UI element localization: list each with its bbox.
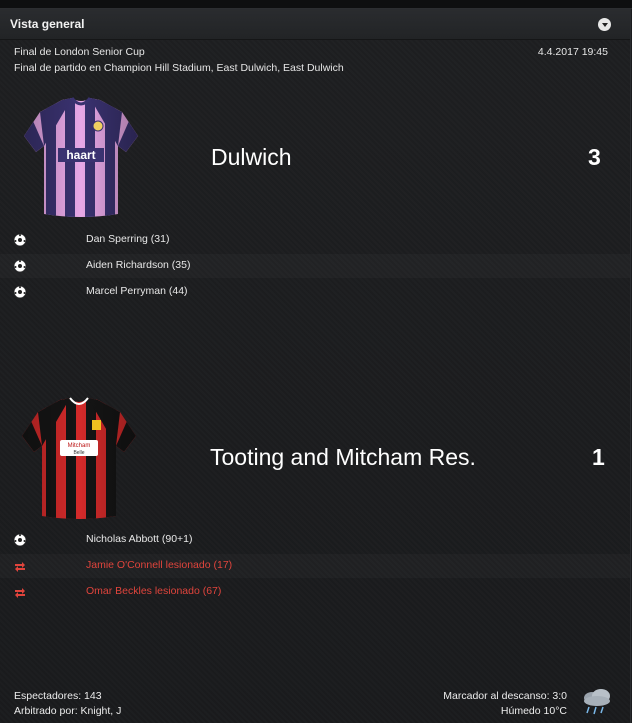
panel-title: Vista general: [10, 17, 85, 31]
attendance-label: Espectadores: 143: [14, 690, 102, 702]
competition-label: Final de London Senior Cup: [14, 46, 145, 58]
event-text: Jamie O'Connell lesionado (17): [86, 559, 233, 571]
top-strip: [0, 0, 632, 9]
home-kit-shirt-icon: haart: [24, 97, 138, 217]
away-team-name: Tooting and Mitcham Res.: [210, 444, 476, 470]
football-icon: [14, 286, 26, 298]
injury-substitution-icon: [15, 588, 25, 598]
home-score: 3: [588, 144, 601, 170]
event-row: Jamie O'Connell lesionado (17): [0, 554, 630, 578]
venue-label: Final de partido en Champion Hill Stadiu…: [14, 62, 344, 74]
event-text: Omar Beckles lesionado (67): [86, 585, 222, 597]
football-icon: [14, 234, 26, 246]
svg-text:Mitcham: Mitcham: [68, 443, 91, 449]
event-text: Nicholas Abbott (90+1): [86, 533, 193, 545]
halftime-score-label: Marcador al descanso: 3:0: [443, 690, 567, 702]
event-row: Nicholas Abbott (90+1): [0, 528, 630, 552]
referee-label: Arbitrado por: Knight, J: [14, 705, 122, 717]
rain-cloud-icon: [584, 689, 610, 715]
football-icon: [14, 260, 26, 272]
event-text: Dan Sperring (31): [86, 233, 170, 245]
dropdown-icon[interactable]: [598, 18, 611, 31]
event-text: Marcel Perryman (44): [86, 285, 188, 297]
panel-header: Vista general: [0, 9, 630, 40]
event-row: Omar Beckles lesionado (67): [0, 580, 630, 604]
home-team-name: Dulwich: [211, 144, 292, 170]
svg-text:haart: haart: [66, 148, 95, 162]
away-score: 1: [592, 444, 605, 470]
event-row: Dan Sperring (31): [0, 228, 630, 252]
injury-substitution-icon: [15, 562, 25, 572]
match-datetime: 4.4.2017 19:45: [537, 46, 608, 58]
event-text: Aiden Richardson (35): [86, 259, 191, 271]
away-kit-shirt-icon: Mitcham Belle: [22, 397, 136, 519]
weather-label: Húmedo 10°C: [500, 705, 567, 717]
event-row: Aiden Richardson (35): [0, 254, 630, 278]
football-icon: [14, 534, 26, 546]
svg-text:Belle: Belle: [73, 450, 84, 456]
event-row: Marcel Perryman (44): [0, 280, 630, 304]
